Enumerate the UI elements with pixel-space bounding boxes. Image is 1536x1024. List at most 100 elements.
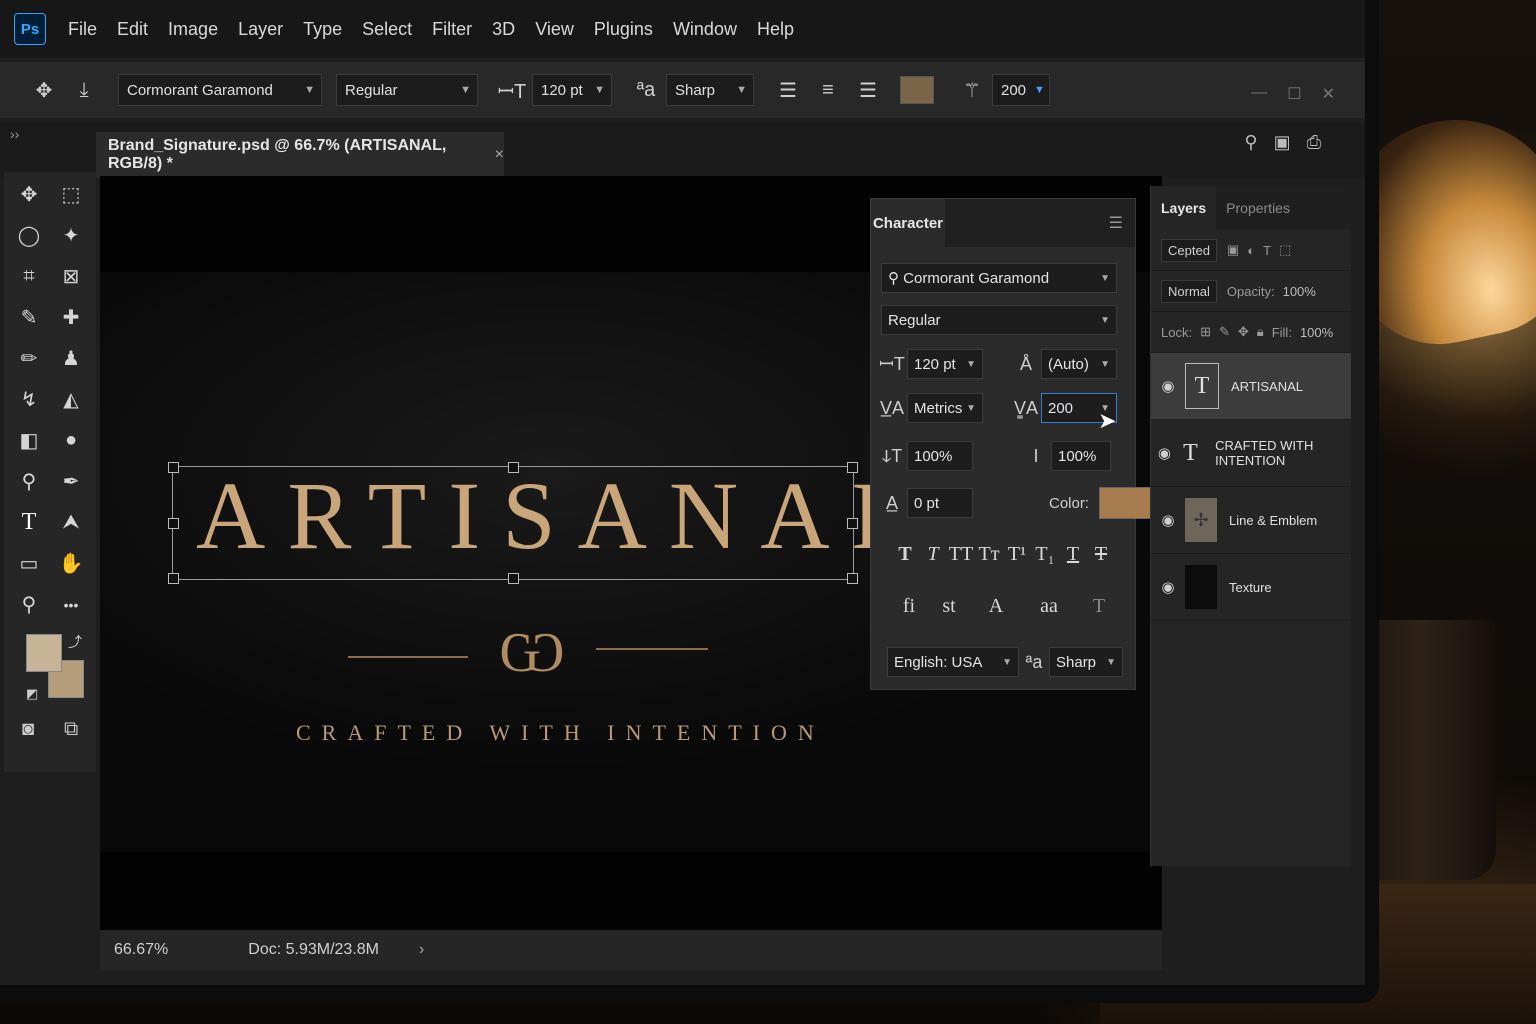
lasso-tool-icon[interactable]: ◯ bbox=[8, 215, 50, 256]
eye-icon[interactable]: ◉ bbox=[1151, 578, 1185, 596]
type-tool-icon[interactable]: T bbox=[8, 502, 50, 543]
menu-3d[interactable]: 3D bbox=[492, 19, 515, 40]
swash-button[interactable]: A bbox=[971, 595, 1021, 618]
move-icon[interactable]: ✥ bbox=[24, 78, 64, 103]
swap-colors-icon[interactable]: ⤴ bbox=[68, 632, 82, 652]
tab-layers[interactable]: Layers bbox=[1151, 186, 1217, 230]
lock-pixels-icon[interactable]: ⊞ bbox=[1200, 324, 1211, 340]
minimize-icon[interactable]: — bbox=[1251, 84, 1267, 104]
font-family-dropdown[interactable]: Cormorant Garamond ▼ bbox=[118, 74, 322, 106]
history-brush-icon[interactable]: ↯ bbox=[8, 379, 50, 420]
transform-handle[interactable] bbox=[508, 462, 519, 473]
transform-handle[interactable] bbox=[168, 573, 179, 584]
blend-mode-dropdown[interactable]: Normal bbox=[1161, 279, 1217, 303]
menu-window[interactable]: Window bbox=[673, 19, 737, 40]
underline-button[interactable]: T bbox=[1059, 543, 1087, 566]
menu-type[interactable]: Type bbox=[303, 19, 342, 40]
zoom-tool-icon[interactable]: ⚲ bbox=[8, 584, 50, 625]
filter-adjustment-icon[interactable]: ◐ bbox=[1247, 243, 1255, 258]
character-color-swatch[interactable] bbox=[1099, 487, 1158, 519]
search-icon[interactable]: ⚲ bbox=[1244, 132, 1257, 153]
language-dropdown[interactable]: English: USA ▼ bbox=[887, 647, 1019, 677]
vertical-scale-field[interactable]: 100% bbox=[907, 441, 973, 471]
layer-texture[interactable]: ◉ Texture bbox=[1151, 554, 1351, 621]
menu-help[interactable]: Help bbox=[757, 19, 794, 40]
foreground-color-swatch[interactable] bbox=[26, 634, 62, 672]
eye-icon[interactable]: ◉ bbox=[1151, 511, 1185, 529]
layer-filter-dropdown[interactable]: Cepted bbox=[1161, 238, 1217, 262]
screen-mode-icon[interactable]: ⧉ bbox=[64, 718, 78, 741]
filter-pixel-icon[interactable]: ▣ bbox=[1227, 242, 1239, 258]
menu-file[interactable]: File bbox=[68, 19, 97, 40]
transform-handle[interactable] bbox=[168, 518, 179, 529]
maximize-icon[interactable]: ☐ bbox=[1287, 84, 1301, 104]
strikethrough-button[interactable]: T bbox=[1087, 543, 1115, 566]
lock-all-icon[interactable]: 🔒︎ bbox=[1257, 324, 1264, 340]
menu-layer[interactable]: Layer bbox=[238, 19, 283, 40]
eye-icon[interactable]: ◉ bbox=[1151, 444, 1178, 462]
lock-position-icon[interactable]: ✥ bbox=[1238, 324, 1249, 340]
align-right-icon[interactable]: ☰ bbox=[848, 78, 888, 103]
menu-filter[interactable]: Filter bbox=[432, 19, 472, 40]
character-font-style-dropdown[interactable]: Regular ▼ bbox=[881, 305, 1117, 335]
small-caps-button[interactable]: Tт bbox=[975, 543, 1003, 566]
pen-tool-icon[interactable]: ✒ bbox=[50, 461, 92, 502]
rectangle-tool-icon[interactable]: ▭ bbox=[8, 543, 50, 584]
text-color-swatch[interactable] bbox=[900, 76, 934, 104]
menu-view[interactable]: View bbox=[535, 19, 574, 40]
photoshop-logo[interactable]: Ps bbox=[14, 13, 46, 45]
hand-tool-icon[interactable]: ✋ bbox=[50, 543, 92, 584]
transform-handle[interactable] bbox=[847, 573, 858, 584]
quick-mask-icon[interactable]: ◙ bbox=[22, 718, 34, 741]
eyedropper-tool-icon[interactable]: ✎ bbox=[8, 297, 50, 338]
baseline-shift-field[interactable]: 0 pt bbox=[907, 488, 973, 518]
align-left-icon[interactable]: ☰ bbox=[768, 78, 808, 103]
share-icon[interactable]: ⎙ bbox=[1307, 132, 1321, 153]
fill-value[interactable]: 100% bbox=[1300, 325, 1333, 340]
character-font-family-dropdown[interactable]: ⚲ Cormorant Garamond ▼ bbox=[881, 263, 1117, 293]
font-style-dropdown[interactable]: Regular ▼ bbox=[336, 74, 478, 106]
transform-handle[interactable] bbox=[847, 462, 858, 473]
subscript-button[interactable]: T₁ bbox=[1031, 543, 1059, 566]
more-tools-icon[interactable]: ••• bbox=[50, 584, 92, 625]
menu-plugins[interactable]: Plugins bbox=[594, 19, 653, 40]
type-tool-preset-icon[interactable]: ⤓ bbox=[64, 79, 104, 102]
layer-crafted-with-intention[interactable]: ◉ T CRAFTED WITH INTENTION bbox=[1151, 420, 1351, 487]
align-center-icon[interactable]: ≡ bbox=[808, 79, 848, 102]
layer-artisanal[interactable]: ◉ T ARTISANAL bbox=[1151, 353, 1351, 420]
discretionary-ligatures-button[interactable]: st bbox=[927, 595, 971, 618]
tracking-dropdown[interactable]: 200 ▼ bbox=[992, 74, 1050, 106]
character-anti-alias-dropdown[interactable]: Sharp ▼ bbox=[1049, 647, 1123, 677]
font-size-dropdown[interactable]: 120 pt ▼ bbox=[532, 74, 612, 106]
menu-edit[interactable]: Edit bbox=[117, 19, 148, 40]
all-caps-button[interactable]: TT bbox=[947, 543, 975, 566]
opacity-value[interactable]: 100% bbox=[1283, 284, 1316, 299]
crop-tool-icon[interactable]: ⌗ bbox=[8, 256, 50, 297]
clone-stamp-icon[interactable]: ♟ bbox=[50, 338, 92, 379]
magic-wand-icon[interactable]: ✦ bbox=[50, 215, 92, 256]
tagline-text[interactable]: CRAFTED WITH INTENTION bbox=[296, 720, 856, 746]
workspace-layout-icon[interactable]: ▣ bbox=[1274, 132, 1291, 153]
transform-handle[interactable] bbox=[508, 573, 519, 584]
close-tab-icon[interactable]: × bbox=[495, 146, 504, 164]
panel-menu-icon[interactable]: ☰ bbox=[1109, 213, 1123, 233]
status-menu-arrow-icon[interactable]: › bbox=[419, 941, 424, 959]
filter-type-icon[interactable]: T bbox=[1263, 243, 1271, 258]
close-icon[interactable]: ✕ bbox=[1322, 84, 1335, 104]
menu-select[interactable]: Select bbox=[362, 19, 412, 40]
ligatures-button[interactable]: fi bbox=[891, 595, 927, 618]
zoom-level[interactable]: 66.67% bbox=[114, 941, 168, 959]
horizontal-scale-field[interactable]: 100% bbox=[1051, 441, 1111, 471]
stylistic-alternates-button[interactable]: aa bbox=[1021, 595, 1077, 618]
layer-line-and-emblem[interactable]: ◉ ✢ Line & Emblem bbox=[1151, 487, 1351, 554]
faux-bold-button[interactable]: T bbox=[891, 543, 919, 566]
character-size-dropdown[interactable]: 120 pt ▼ bbox=[907, 349, 983, 379]
default-colors-icon[interactable]: ◩ bbox=[26, 686, 38, 702]
dodge-tool-icon[interactable]: ⚲ bbox=[8, 461, 50, 502]
anti-alias-dropdown[interactable]: Sharp ▼ bbox=[666, 74, 754, 106]
menu-image[interactable]: Image bbox=[168, 19, 218, 40]
faux-italic-button[interactable]: T bbox=[919, 543, 947, 566]
path-selection-icon[interactable]: ⮝ bbox=[50, 502, 92, 543]
transform-handle[interactable] bbox=[168, 462, 179, 473]
text-bounding-box[interactable] bbox=[168, 462, 858, 584]
